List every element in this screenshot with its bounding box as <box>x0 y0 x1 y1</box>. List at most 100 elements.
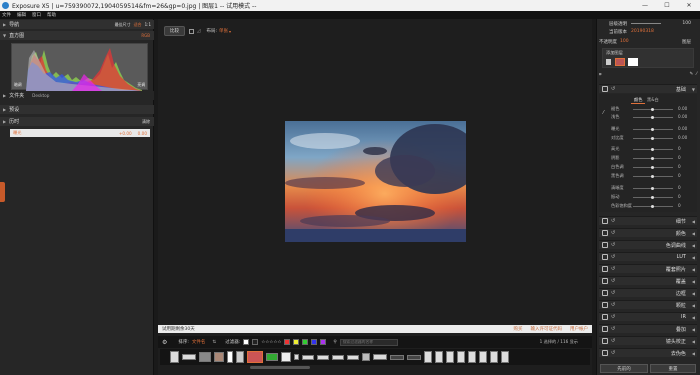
slider-value[interactable]: 0.00 <box>678 114 687 119</box>
thumbnail[interactable] <box>294 354 299 360</box>
slider-knob[interactable] <box>651 175 654 178</box>
thumbnail[interactable] <box>302 354 314 360</box>
layer-mask-thumbnail[interactable] <box>628 58 638 66</box>
zoom-fill-option[interactable]: 适合 <box>134 22 142 28</box>
thumbnail[interactable] <box>468 351 476 363</box>
zoom-fit-option[interactable]: 最佳尺寸 <box>115 22 131 28</box>
thumbnail[interactable] <box>457 351 465 363</box>
slider-value[interactable]: 0 <box>678 194 681 199</box>
flag-black-icon[interactable] <box>252 339 259 345</box>
presets-header[interactable]: ▶ 预设 <box>0 105 154 114</box>
section-toggle-icon[interactable] <box>602 302 608 308</box>
slider-knob[interactable] <box>651 166 654 169</box>
slider-value[interactable]: 0 <box>678 146 681 151</box>
reset-button[interactable]: 重置 <box>650 364 696 373</box>
reset-icon[interactable]: ↺ <box>611 290 615 296</box>
license-link[interactable]: 输入许可证代码 <box>531 326 563 332</box>
section-toggle-icon[interactable] <box>602 218 608 224</box>
section-header[interactable]: ↺ 覆盖 ◀ <box>599 276 697 285</box>
slider-value[interactable]: 0.00 <box>678 106 687 111</box>
basic-section-header[interactable]: ↺ 基础 ▼ <box>599 84 697 93</box>
section-toggle-icon[interactable] <box>602 314 608 320</box>
zoom-1to1-option[interactable]: 1:1 <box>145 22 151 27</box>
section-toggle-icon[interactable] <box>602 230 608 236</box>
section-toggle-icon[interactable] <box>602 254 608 260</box>
compare-button[interactable]: 比较 <box>164 26 185 36</box>
histogram-mode-select[interactable]: RGB <box>141 33 150 38</box>
color-label-yellow-icon[interactable] <box>293 339 300 345</box>
slider-knob[interactable] <box>651 137 654 140</box>
sort-select[interactable]: 文件名 <box>192 339 206 345</box>
thumbnail[interactable] <box>182 354 196 360</box>
slider-value[interactable]: 0 <box>678 155 681 160</box>
layout-select[interactable]: 单张 <box>219 28 228 34</box>
add-layer-button[interactable]: 添加图层 <box>606 50 623 56</box>
tab-color[interactable]: 颜色 <box>631 97 646 104</box>
reset-icon[interactable]: ↺ <box>611 86 615 92</box>
layer-thumbnail[interactable] <box>615 58 625 66</box>
gear-icon[interactable]: ⚙ <box>162 339 167 346</box>
filmstrip[interactable] <box>160 349 590 365</box>
reset-icon[interactable]: ↺ <box>611 350 615 356</box>
slider-knob[interactable] <box>651 128 654 131</box>
section-header[interactable]: ↺ 颗粒 ◀ <box>599 300 697 309</box>
section-toggle-icon[interactable] <box>602 326 608 332</box>
thumbnail[interactable] <box>490 351 498 363</box>
color-label-green-icon[interactable] <box>302 339 309 345</box>
reset-icon[interactable]: ↺ <box>611 278 615 284</box>
history-clear-button[interactable]: 清除 <box>142 119 150 125</box>
slider-value[interactable]: 0 <box>678 164 681 169</box>
reset-icon[interactable]: ↺ <box>611 218 615 224</box>
reset-icon[interactable]: ↺ <box>611 242 615 248</box>
slider-value[interactable]: 0 <box>678 173 681 178</box>
thumbnail[interactable] <box>236 351 244 363</box>
version-select[interactable]: 20190318 <box>631 29 654 34</box>
buy-link[interactable]: 购买 <box>514 326 523 332</box>
maximize-button[interactable]: ☐ <box>656 0 678 11</box>
reset-icon[interactable]: ↺ <box>611 314 615 320</box>
section-toggle-icon[interactable] <box>602 266 608 272</box>
thumbnail[interactable] <box>373 354 387 360</box>
histogram-header[interactable]: ▼ 直方图 RGB <box>0 31 154 40</box>
account-link[interactable]: 用户帐户 <box>570 326 588 332</box>
slider-knob[interactable] <box>651 148 654 151</box>
stars-filter-icon[interactable]: ☆☆☆☆☆ <box>261 340 281 345</box>
color-label-blue-icon[interactable] <box>311 339 318 345</box>
chevron-down-icon[interactable]: ▾ <box>229 29 231 34</box>
section-toggle-icon[interactable] <box>602 86 608 92</box>
slider-knob[interactable] <box>651 187 654 190</box>
history-item[interactable]: 曝光 +0.00 0.00 <box>10 129 150 137</box>
thumbnail[interactable] <box>332 354 344 360</box>
thumbnail[interactable] <box>170 351 179 363</box>
menu-help[interactable]: 帮助 <box>47 12 56 18</box>
thumbnail-selected[interactable] <box>247 351 263 363</box>
tab-black-white[interactable]: 黑&白 <box>647 97 659 103</box>
folder-header[interactable]: ▶ 文件夹 Desktop <box>0 91 154 100</box>
flag-white-icon[interactable] <box>243 339 250 345</box>
reset-icon[interactable]: ↺ <box>611 266 615 272</box>
brush-tool-icon[interactable]: ✎ <box>689 72 693 77</box>
reset-icon[interactable]: ↺ <box>611 302 615 308</box>
thumbnail[interactable] <box>281 352 291 362</box>
thumbnail[interactable] <box>390 354 404 360</box>
slider-knob[interactable] <box>651 108 654 111</box>
section-header[interactable]: ↺ 镜头校正 ◀ <box>599 336 697 345</box>
section-toggle-icon[interactable] <box>602 338 608 344</box>
main-photo[interactable] <box>285 121 466 242</box>
section-header[interactable]: ↺ LUT ◀ <box>599 252 697 261</box>
nav-header[interactable]: ▶ 导航 最佳尺寸 适合 1:1 <box>0 20 154 29</box>
thumbnail[interactable] <box>266 353 278 361</box>
section-header[interactable]: ↺ 去伪色 ◀ <box>599 348 697 357</box>
layer-visibility-icon[interactable] <box>606 59 611 65</box>
section-header[interactable]: ↺ 色调曲线 ◀ <box>599 240 697 249</box>
color-label-purple-icon[interactable] <box>320 339 327 345</box>
close-button[interactable]: ✕ <box>678 0 700 11</box>
slider-value[interactable]: 0 <box>678 203 681 208</box>
filmstrip-search-input[interactable] <box>339 338 398 346</box>
slider-value[interactable]: 0.00 <box>678 126 687 131</box>
gradient-tool-icon[interactable]: ⁄ <box>696 72 697 77</box>
minimize-button[interactable]: — <box>634 0 656 11</box>
section-toggle-icon[interactable] <box>602 290 608 296</box>
slider-value[interactable]: 0.00 <box>678 135 687 140</box>
left-panel-toggle-handle[interactable] <box>0 182 5 202</box>
